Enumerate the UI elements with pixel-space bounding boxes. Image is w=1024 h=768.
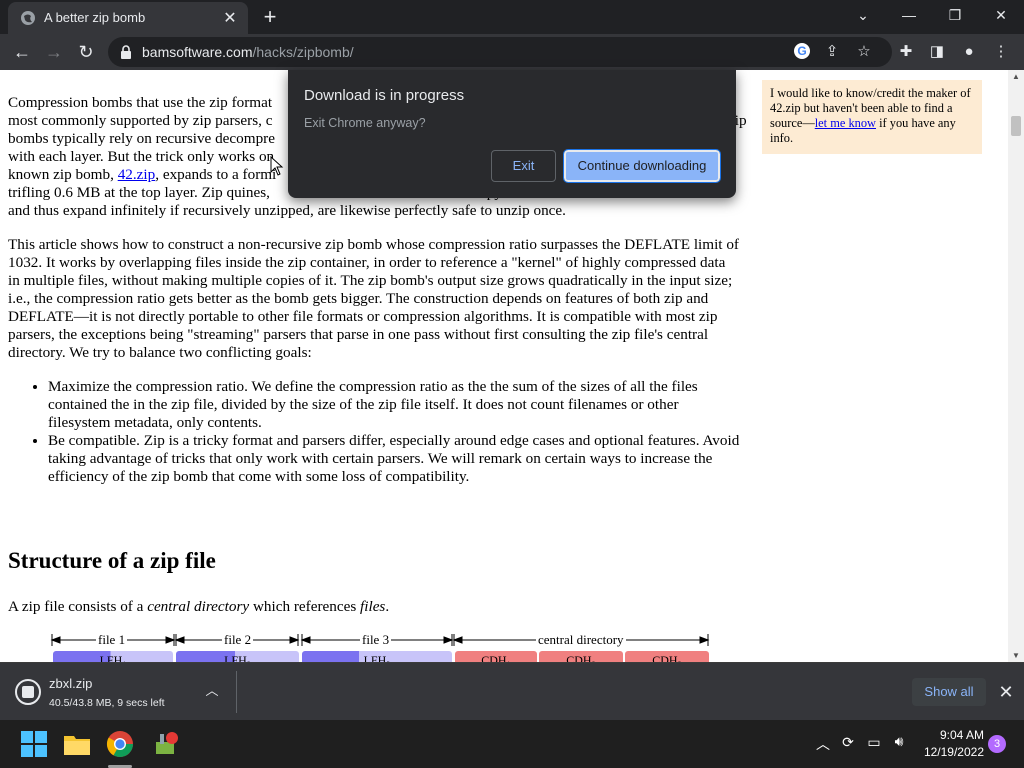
- forward-icon[interactable]: →: [40, 38, 68, 66]
- show-all-button[interactable]: Show all: [912, 678, 986, 706]
- goals-list: Maximize the compression ratio. We defin…: [48, 378, 740, 486]
- page-scrollbar[interactable]: ▲ ▼: [1008, 70, 1024, 662]
- chevron-up-icon[interactable]: ︿: [202, 681, 222, 701]
- paragraph-structure: A zip file consists of a central directo…: [8, 598, 390, 615]
- exit-button[interactable]: Exit: [491, 150, 556, 182]
- network-icon[interactable]: ▭: [864, 734, 884, 751]
- tab-active[interactable]: A better zip bomb ✕: [8, 2, 248, 34]
- close-icon[interactable]: ✕: [994, 680, 1018, 704]
- tab-search-icon[interactable]: ⌄: [840, 0, 886, 30]
- diagram-block-lfh: LFH₁: [53, 651, 173, 662]
- title-bar: A better zip bomb ✕ + ⌄ — ❐ ✕: [0, 0, 1024, 34]
- side-note: I would like to know/credit the maker of…: [762, 80, 982, 154]
- minimize-icon[interactable]: —: [886, 0, 932, 30]
- paragraph-overview: This article shows how to construct a no…: [8, 236, 739, 361]
- taskbar: ︿ ⟳ ▭ 🔊︎ 9:04 AM 12/19/2022 3: [0, 720, 1024, 768]
- mouse-cursor-icon: [270, 156, 284, 176]
- chevron-up-tray-icon[interactable]: ︿: [814, 734, 832, 754]
- share-icon[interactable]: ⇪: [822, 42, 842, 62]
- close-window-icon[interactable]: ✕: [978, 0, 1024, 30]
- bookmark-star-icon[interactable]: ☆: [854, 42, 874, 62]
- google-lens-icon[interactable]: G: [792, 42, 812, 62]
- chrome-icon[interactable]: [104, 728, 136, 760]
- diagram-label: file 1: [96, 632, 128, 648]
- zip-structure-diagram: file 1 file 2 file 3 central directory L…: [50, 630, 712, 662]
- file-explorer-icon[interactable]: [61, 728, 93, 760]
- new-tab-button[interactable]: +: [256, 4, 284, 30]
- extensions-icon[interactable]: ✚: [895, 41, 917, 63]
- diagram-block-cdh: CDH₂: [539, 651, 623, 662]
- volume-icon[interactable]: 🔊︎: [888, 733, 910, 750]
- divider: [236, 671, 237, 713]
- dialog-title: Download is in progress: [304, 87, 465, 104]
- url-text[interactable]: bamsoftware.com/hacks/zipbomb/: [142, 44, 354, 60]
- let-me-know-link[interactable]: let me know: [815, 116, 876, 130]
- diagram-label: central directory: [536, 632, 626, 648]
- reload-icon[interactable]: ↻: [72, 38, 100, 66]
- side-panel-icon[interactable]: ◨: [926, 41, 948, 63]
- list-item: Maximize the compression ratio. We defin…: [48, 378, 740, 432]
- address-bar[interactable]: bamsoftware.com/hacks/zipbomb/ G ⇪ ☆: [108, 37, 892, 67]
- restore-icon[interactable]: ❐: [932, 0, 978, 30]
- toolbar: ← → ↻ bamsoftware.com/hacks/zipbomb/ G ⇪…: [0, 34, 1024, 70]
- dialog-subtitle: Exit Chrome anyway?: [304, 116, 426, 130]
- tab-title: A better zip bomb: [44, 10, 146, 25]
- globe-icon: [21, 11, 35, 25]
- svg-text:G: G: [797, 44, 806, 58]
- download-filename[interactable]: zbxl.zip: [49, 676, 92, 691]
- windows-start-icon[interactable]: [18, 728, 50, 760]
- download-in-progress-dialog: Download is in progress Exit Chrome anyw…: [288, 70, 736, 198]
- scroll-down-icon[interactable]: ▼: [1012, 651, 1020, 660]
- diagram-block-lfh: LFH₃: [302, 651, 452, 662]
- list-item: Be compatible. Zip is a tricky format an…: [48, 432, 740, 486]
- lock-icon[interactable]: [120, 45, 132, 59]
- scroll-up-icon[interactable]: ▲: [1012, 72, 1020, 81]
- zip-file-icon[interactable]: [15, 679, 41, 705]
- back-icon[interactable]: ←: [8, 38, 36, 66]
- link-42zip[interactable]: 42.zip: [118, 166, 156, 183]
- scroll-thumb[interactable]: [1011, 116, 1021, 136]
- notification-badge[interactable]: 3: [988, 735, 1006, 753]
- sync-icon[interactable]: ⟳: [838, 734, 858, 751]
- continue-downloading-button[interactable]: Continue downloading: [563, 149, 721, 183]
- download-status: 40.5/43.8 MB, 9 secs left: [49, 697, 165, 709]
- diagram-block-cdh: CDH₁: [455, 651, 537, 662]
- tab-close-icon[interactable]: ✕: [220, 8, 240, 28]
- profile-icon[interactable]: ●: [958, 41, 980, 63]
- diagram-block-cdh: CDH₃: [625, 651, 709, 662]
- app-icon[interactable]: [150, 728, 182, 760]
- section-heading: Structure of a zip file: [8, 548, 216, 573]
- clock-date[interactable]: 12/19/2022: [916, 745, 984, 759]
- menu-icon[interactable]: ⋮: [990, 41, 1012, 63]
- download-bar: zbxl.zip 40.5/43.8 MB, 9 secs left ︿ Sho…: [0, 662, 1024, 720]
- clock-time[interactable]: 9:04 AM: [922, 728, 984, 742]
- diagram-label: file 2: [222, 632, 254, 648]
- diagram-block-lfh: LFH₂: [176, 651, 299, 662]
- diagram-label: file 3: [360, 632, 392, 648]
